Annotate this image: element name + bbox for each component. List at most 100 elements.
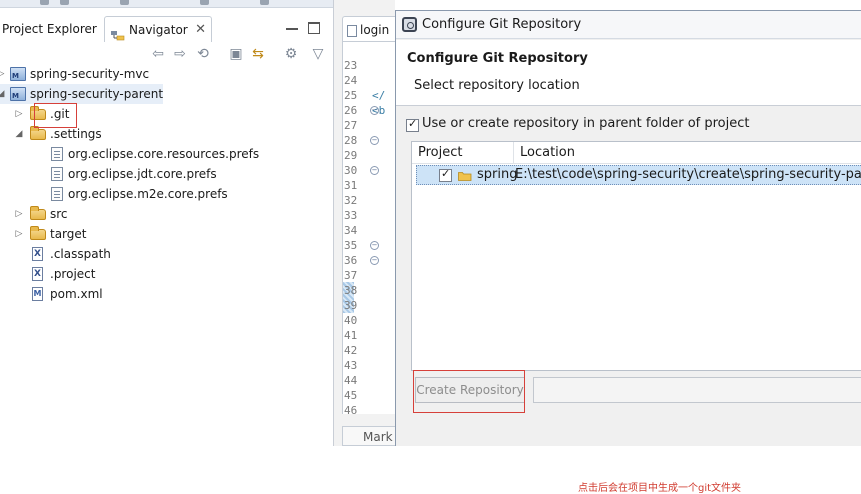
tree-item-label: spring-security-mvc: [30, 67, 150, 81]
tab-navigator[interactable]: Navigator ✕: [104, 16, 212, 42]
configure-git-dialog: Configure Git Repository Configure Git R…: [395, 10, 861, 494]
column-header-location[interactable]: Location: [514, 142, 861, 164]
tab-project-explorer[interactable]: Project Explorer: [0, 16, 103, 42]
tree-item-project[interactable]: X .project: [0, 264, 333, 284]
cell-location: E:\test\code\spring-security\create\spri…: [515, 167, 861, 182]
editor-tab-label: login: [360, 23, 390, 37]
tree-item-label: pom.xml: [50, 287, 103, 301]
column-header-project[interactable]: Project: [412, 142, 514, 164]
navigator-panel: Project Explorer Navigator ✕ ⇦ ⇨ ⟲ ▣ ⇆ ⚙…: [0, 0, 333, 446]
tree-item-label: .project: [50, 267, 96, 281]
maximize-icon[interactable]: [308, 22, 320, 34]
editor-tab[interactable]: login: [342, 16, 396, 42]
collapse-arrow-icon[interactable]: ◢: [0, 84, 6, 104]
code-fragment: </: [372, 89, 386, 102]
tree-item-pom[interactable]: M pom.xml: [0, 284, 333, 304]
expand-arrow-icon[interactable]: ▷: [0, 64, 6, 84]
link-with-editor-icon[interactable]: ⇆: [250, 46, 266, 62]
file-icon: [347, 24, 357, 37]
close-icon[interactable]: ✕: [195, 17, 206, 43]
dialog-titlebar[interactable]: Configure Git Repository: [396, 11, 861, 39]
line-number: 23: [344, 59, 358, 72]
expand-arrow-icon[interactable]: ▷: [14, 204, 24, 224]
maven-pom-icon: M: [32, 287, 43, 301]
tab-project-explorer-label: Project Explorer: [2, 22, 97, 36]
repository-path-field[interactable]: [533, 377, 861, 403]
tree-item-spring-security-parent[interactable]: ◢ spring-security-parent: [0, 84, 333, 106]
tree-item-m2e-core-prefs[interactable]: org.eclipse.m2e.core.prefs: [0, 184, 333, 204]
tree-item-label: target: [50, 227, 87, 241]
create-button-highlight-box: [413, 370, 525, 413]
table-row[interactable]: spring E:\test\code\spring-security\crea…: [416, 165, 861, 185]
fold-icon[interactable]: −: [370, 241, 379, 250]
forward-arrow-icon[interactable]: ⇨: [172, 46, 188, 62]
tree-item-label: .classpath: [50, 247, 111, 261]
tree-item-src[interactable]: ▷ src: [0, 204, 333, 224]
line-number: 45: [344, 389, 358, 402]
filter-icon[interactable]: ⚙: [283, 46, 299, 62]
line-number: 44: [344, 374, 358, 387]
dialog-heading: Configure Git Repository: [407, 51, 588, 66]
maven-project-icon: [10, 86, 26, 106]
maven-project-icon: [10, 66, 26, 86]
view-menu-icon[interactable]: ▽: [310, 46, 326, 62]
editor-panel: login 23 24 25 26 27 28 29 30 31 32 33 34 35 36 37 38 39…: [333, 0, 396, 446]
line-number: 27: [344, 119, 358, 132]
view-tab-row: Project Explorer Navigator ✕: [0, 14, 333, 44]
line-number: 41: [344, 329, 358, 342]
tree-item-jdt-core-prefs[interactable]: org.eclipse.jdt.core.prefs: [0, 164, 333, 184]
line-number: 29: [344, 149, 358, 162]
folder-icon: [30, 206, 46, 220]
line-number: 34: [344, 224, 358, 237]
line-number: 40: [344, 314, 358, 327]
line-number: 42: [344, 344, 358, 357]
toolbar-icon[interactable]: [200, 0, 209, 5]
cell-project: spring: [477, 167, 518, 182]
back-arrow-icon[interactable]: ⇦: [150, 46, 166, 62]
toolbar-icon[interactable]: [60, 0, 69, 5]
toolbar-icon[interactable]: [40, 0, 49, 5]
use-parent-checkbox[interactable]: [406, 117, 419, 132]
tree-item-spring-security-mvc[interactable]: ▷ spring-security-mvc: [0, 64, 333, 86]
collapse-all-icon[interactable]: ▣: [228, 46, 244, 62]
expand-arrow-icon[interactable]: ▷: [14, 224, 24, 244]
folder-open-icon: [458, 170, 472, 181]
project-location-table: Project Location spring E:\test\code\spr…: [411, 141, 861, 494]
use-parent-checkbox-label: Use or create repository in parent folde…: [422, 116, 750, 131]
dialog-header: Configure Git Repository Select reposito…: [396, 40, 861, 106]
git-repository-icon: [402, 17, 417, 32]
git-folder-highlight-box: [34, 103, 77, 128]
line-number: 43: [344, 359, 358, 372]
toolbar-icon[interactable]: [260, 0, 269, 5]
line-number: 46: [344, 404, 358, 417]
up-folder-icon[interactable]: ⟲: [195, 46, 211, 62]
row-checkbox[interactable]: [439, 167, 452, 182]
line-number: 25: [344, 89, 358, 102]
file-icon: [51, 167, 63, 181]
folder-icon: [30, 226, 46, 240]
tree-item-core-resources-prefs[interactable]: org.eclipse.core.resources.prefs: [0, 144, 333, 164]
line-number: 39: [344, 299, 358, 312]
xml-file-icon: X: [32, 267, 43, 281]
navigator-toolbar: ⇦ ⇨ ⟲ ▣ ⇆ ⚙ ▽: [0, 44, 333, 64]
fold-icon[interactable]: −: [370, 136, 379, 145]
fold-icon[interactable]: −: [370, 166, 379, 175]
fold-icon[interactable]: −: [370, 106, 379, 115]
minimize-icon[interactable]: [286, 22, 298, 30]
markers-tab-label: Mark: [363, 430, 393, 444]
tab-navigator-label: Navigator: [129, 23, 188, 37]
line-number: 37: [344, 269, 358, 282]
collapse-arrow-icon[interactable]: ◢: [14, 124, 24, 144]
table-header: Project Location: [412, 142, 861, 164]
dialog-subtitle: Select repository location: [414, 78, 580, 93]
markers-tab[interactable]: Mark: [342, 426, 396, 446]
file-icon: [51, 187, 63, 201]
tree-item-target[interactable]: ▷ target: [0, 224, 333, 244]
line-number: 31: [344, 179, 358, 192]
folder-open-icon: [30, 126, 46, 140]
tree-item-classpath[interactable]: X .classpath: [0, 244, 333, 264]
expand-arrow-icon[interactable]: ▷: [14, 104, 24, 124]
tree-item-label: org.eclipse.jdt.core.prefs: [68, 167, 217, 181]
fold-icon[interactable]: −: [370, 256, 379, 265]
toolbar-icon[interactable]: [120, 0, 129, 5]
